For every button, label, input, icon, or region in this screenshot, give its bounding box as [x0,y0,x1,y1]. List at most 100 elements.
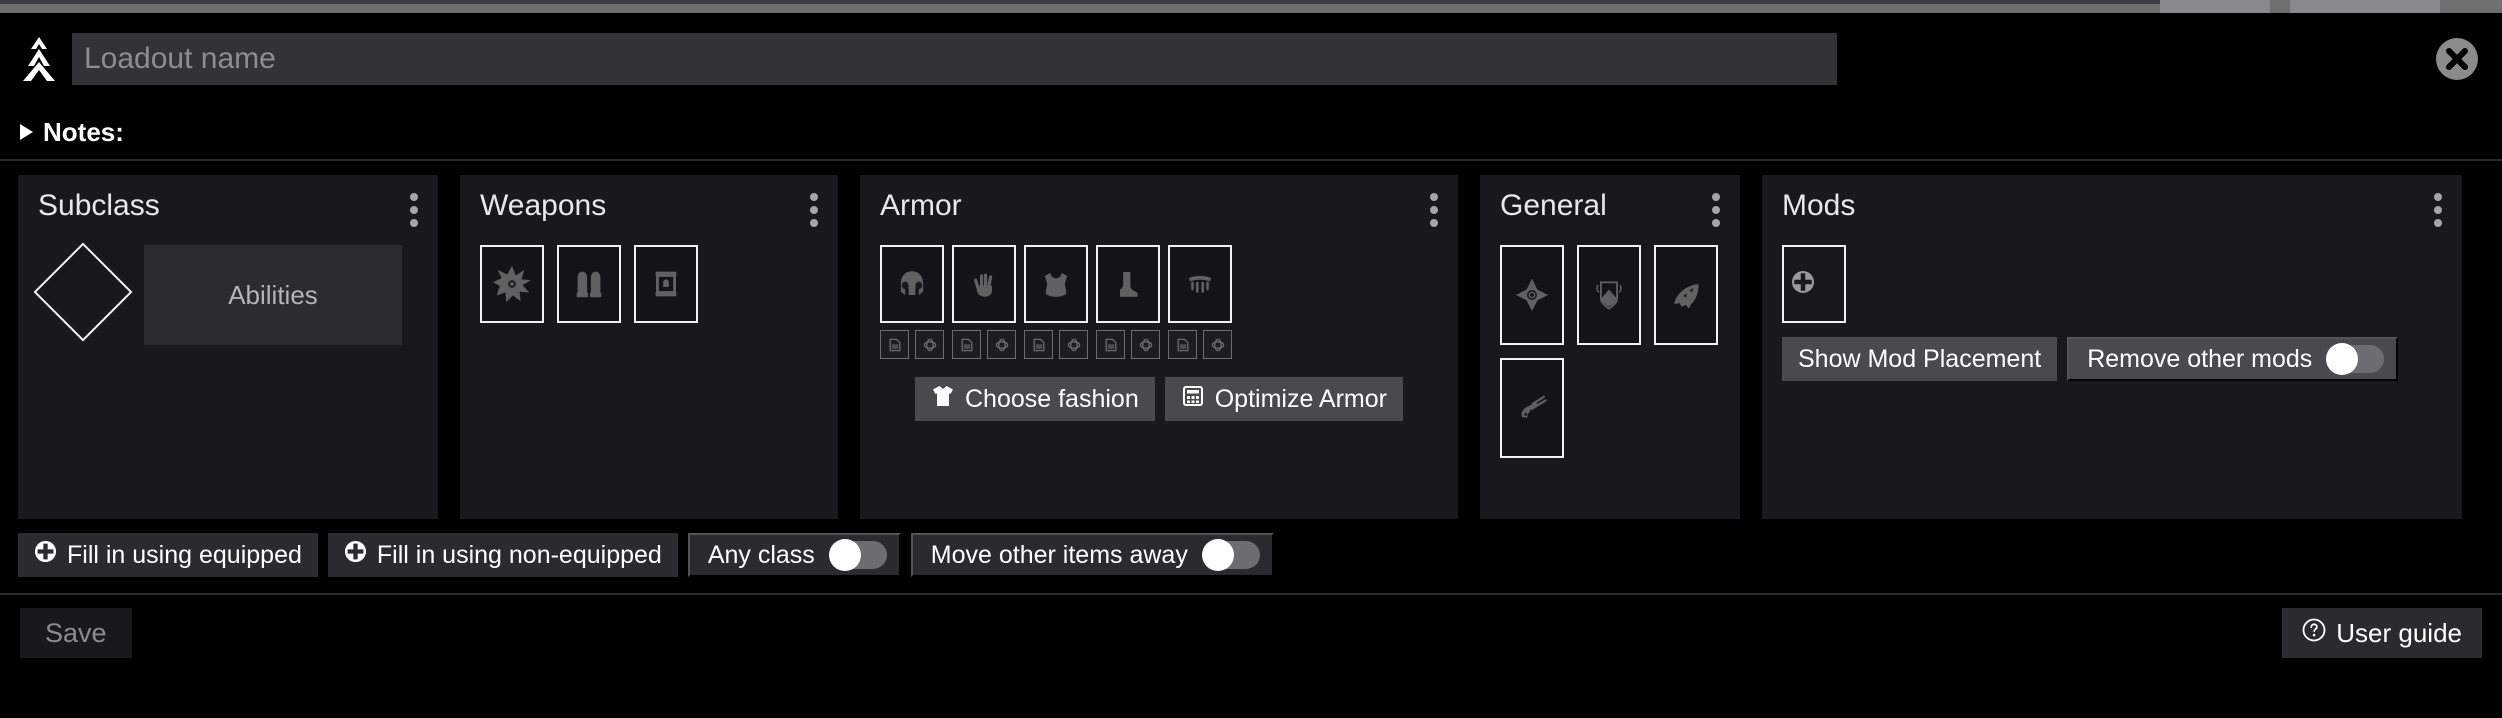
any-class-switch[interactable] [828,539,887,571]
ghost-slot[interactable] [1500,245,1564,345]
loadout-editor-sheet: Notes: Subclass Abilities Weapons [0,13,2502,718]
armor-shader-socket-icon[interactable] [952,330,981,359]
leg-armor-slot[interactable] [1096,245,1160,323]
remove-other-mods-switch[interactable] [2326,343,2385,375]
gauntlets-hand-icon [974,273,993,297]
energy-weapon-slot[interactable] [557,245,621,323]
fill-in-using-non-equipped-button[interactable]: Fill in using non-equipped [327,533,678,577]
ghost-icon [1515,278,1549,312]
notes-label: Notes: [43,116,124,147]
armor-mod-socket-icon[interactable] [1059,330,1088,359]
fill-in-using-equipped-button[interactable]: Fill in using equipped [18,533,318,577]
switch-knob [1201,539,1234,571]
subclass-diamond-icon[interactable] [33,242,133,342]
chest-armor-slot[interactable] [1024,245,1088,323]
add-mod-slot[interactable] [1782,245,1846,323]
loadout-footer: Save User guide [0,593,2502,659]
kebab-menu-icon[interactable] [2434,189,2442,227]
chest-socket-row [1024,330,1088,359]
kinetic-weapon-slot[interactable] [480,245,544,323]
kebab-menu-icon[interactable] [410,189,418,227]
ship-slot[interactable] [1654,245,1718,345]
choose-fashion-label: Choose fashion [965,384,1139,413]
dim-logo-icon [18,36,60,82]
class-item-slot[interactable] [1168,245,1232,323]
armor-slot-group-helmet [880,245,944,359]
gauntlets-slot[interactable] [952,245,1016,323]
class-item-socket-row [1168,330,1232,359]
armor-shader-socket-icon[interactable] [1168,330,1197,359]
question-circle-icon [2302,618,2326,649]
remove-other-mods-toggle[interactable]: Remove other mods [2067,337,2399,381]
background-page-strip-dark [0,0,2160,4]
bucket-row: Subclass Abilities Weapons Armor Choose … [0,161,2502,519]
mods-action-row: Show Mod Placement Remove other mods [1782,337,2442,381]
class-item-icon [1188,276,1212,293]
move-other-items-switch[interactable] [1201,539,1260,571]
helmet-socket-row [880,330,944,359]
switch-knob [828,539,861,571]
triangle-right-icon [20,124,33,140]
save-button[interactable]: Save [20,608,132,658]
armor-mod-socket-icon[interactable] [915,330,944,359]
armor-mod-socket-icon[interactable] [987,330,1016,359]
power-weapon-slot[interactable] [634,245,698,323]
kebab-menu-icon[interactable] [1430,189,1438,227]
background-page-strip-seg-2 [2290,0,2440,13]
bucket-weapons: Weapons [460,175,838,519]
user-guide-label: User guide [2336,617,2462,648]
helmet-slot[interactable] [880,245,944,323]
close-icon[interactable] [2434,36,2480,82]
plus-circle-icon [1790,269,1816,300]
plus-circle-icon [34,540,57,570]
background-page-strip-seg-1 [2160,0,2270,13]
show-mod-placement-button[interactable]: Show Mod Placement [1782,337,2058,381]
energy-bullets-icon [576,271,602,298]
chest-armor-icon [1044,272,1068,297]
abilities-label: Abilities [228,279,318,310]
legs-socket-row [1096,330,1160,359]
emblem-slot[interactable] [1577,245,1641,345]
armor-shader-socket-icon[interactable] [1024,330,1053,359]
bucket-weapons-header: Weapons [480,189,818,227]
bucket-mods: Mods Show Mod Placement Remove other mod… [1762,175,2462,519]
calculator-icon [1181,384,1205,415]
gauntlets-socket-row [952,330,1016,359]
any-class-toggle[interactable]: Any class [687,533,901,577]
armor-shader-socket-icon[interactable] [880,330,909,359]
kinetic-burst-icon [493,265,531,303]
bucket-general-title: General [1500,189,1607,222]
bucket-general-header: General [1500,189,1720,227]
boot-icon [1120,272,1138,297]
user-guide-button[interactable]: User guide [2282,608,2482,658]
kebab-menu-icon[interactable] [810,189,818,227]
remove-other-mods-label: Remove other mods [2087,344,2313,373]
sparrow-slot[interactable] [1500,358,1564,458]
armor-mod-socket-icon[interactable] [1203,330,1232,359]
bucket-armor-header: Armor [880,189,1438,227]
kebab-menu-icon[interactable] [1712,189,1720,227]
bucket-subclass-title: Subclass [38,189,160,222]
armor-slot-group-legs [1096,245,1160,359]
weapon-slot-row [480,245,818,323]
notes-disclosure[interactable]: Notes: [0,105,2502,159]
show-mod-placement-label: Show Mod Placement [1798,344,2042,373]
choose-fashion-button[interactable]: Choose fashion [915,377,1155,421]
bucket-armor-title: Armor [880,189,962,222]
general-slot-grid [1500,245,1720,458]
abilities-box[interactable]: Abilities [144,245,402,345]
loadout-name-input[interactable] [72,33,1837,85]
emblem-banner-icon [1596,281,1622,310]
armor-slot-row [880,245,1438,359]
armor-shader-socket-icon[interactable] [1096,330,1125,359]
loadout-header [0,13,2502,105]
background-page-strip [0,0,2502,13]
plus-circle-icon [344,540,367,570]
optimize-armor-button[interactable]: Optimize Armor [1164,377,1403,421]
move-other-items-away-toggle[interactable]: Move other items away [910,533,1274,577]
sparrow-icon [1521,395,1547,418]
armor-mod-socket-icon[interactable] [1131,330,1160,359]
bucket-mods-title: Mods [1782,189,1856,222]
optimize-armor-label: Optimize Armor [1214,384,1387,413]
fill-in-using-non-equipped-label: Fill in using non-equipped [376,540,662,569]
